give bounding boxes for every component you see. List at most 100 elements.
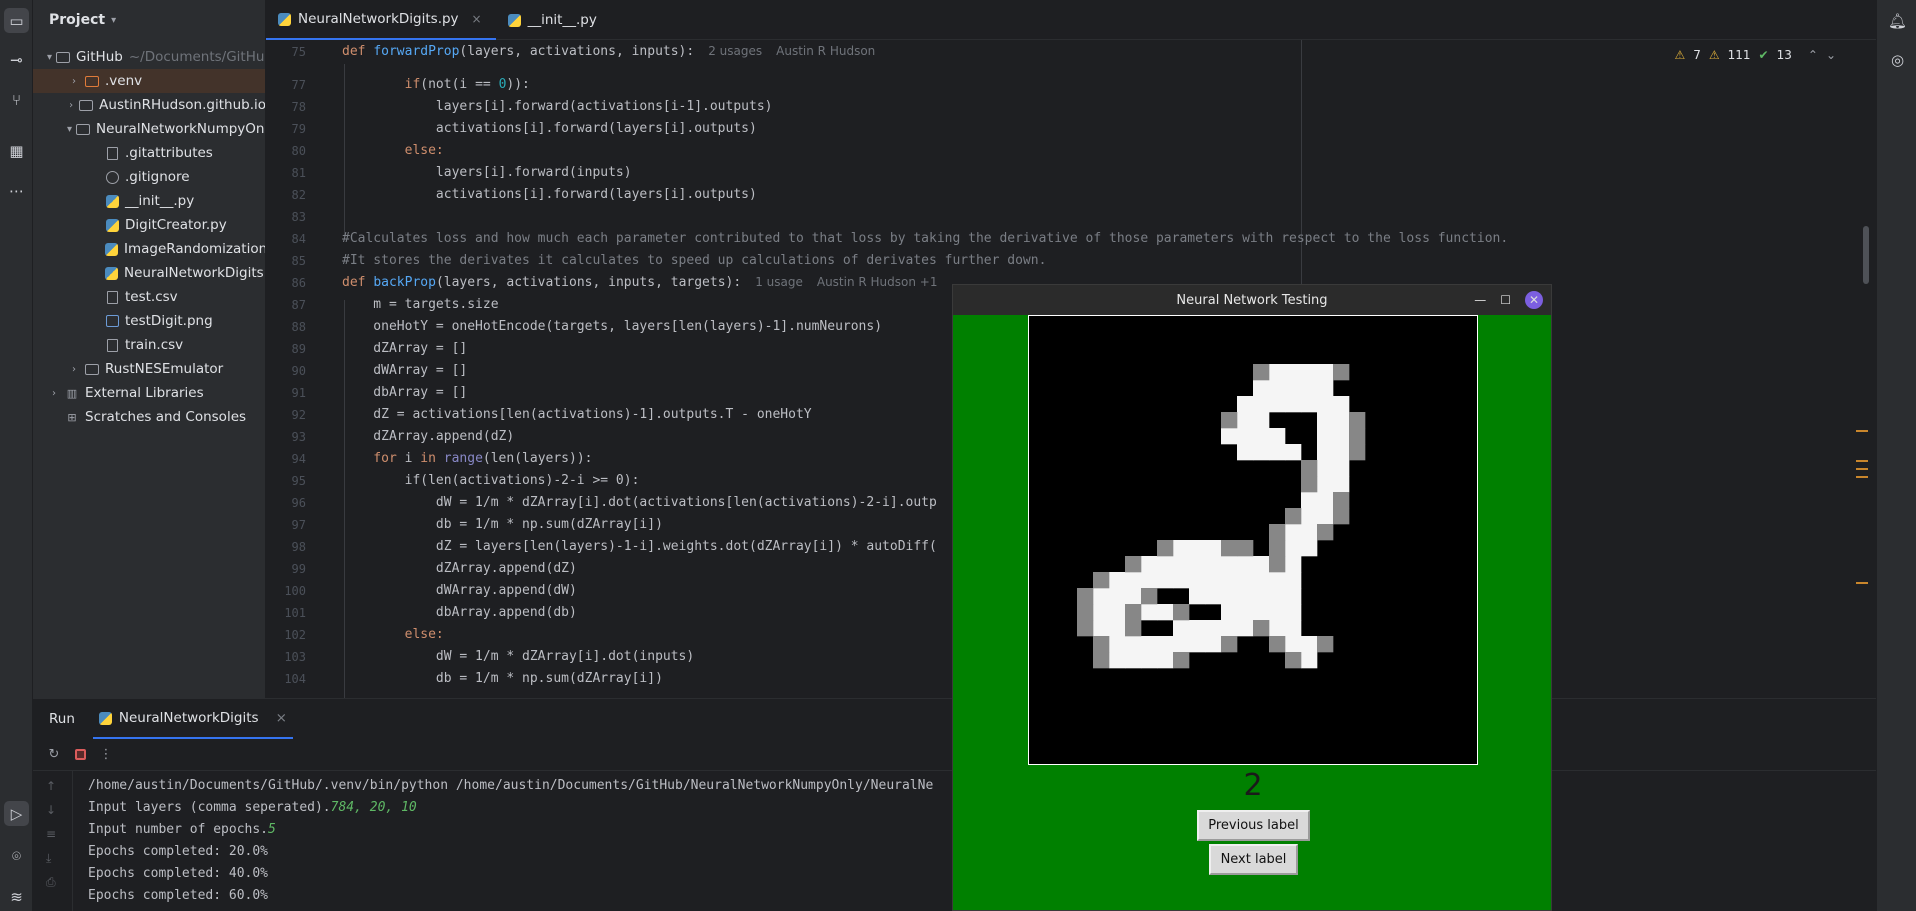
editor-scrollbar[interactable] <box>1863 226 1869 284</box>
tree-item-external-libraries[interactable]: › ▥ External Libraries <box>33 381 265 405</box>
more-options-icon[interactable]: ⋮ <box>99 747 113 762</box>
tree-item-test-csv[interactable]: test.csv <box>33 285 265 309</box>
digit-pixel <box>1173 604 1190 621</box>
previous-label-button[interactable]: Previous label <box>1197 810 1310 841</box>
close-icon[interactable]: ✕ <box>1525 291 1543 309</box>
tree-item-venv[interactable]: › .venv <box>33 69 265 93</box>
run-side-toolbar: ↑ ↓ ≡ ⤓ ⎙ <box>33 771 73 911</box>
digit-pixel <box>1173 556 1190 573</box>
tree-item-github-io[interactable]: › AustinRHudson.github.io <box>33 93 265 117</box>
maximize-icon[interactable]: ☐ <box>1500 293 1511 307</box>
python-console-icon[interactable]: ⌾ <box>4 843 29 868</box>
tree-item-label: test.csv <box>125 289 178 305</box>
stop-icon[interactable] <box>73 748 87 762</box>
tree-item-digitcreator[interactable]: DigitCreator.py <box>33 213 265 237</box>
digit-pixel <box>1269 636 1286 653</box>
tree-item-train-csv[interactable]: train.csv <box>33 333 265 357</box>
digit-pixel <box>1285 524 1302 541</box>
chevron-right-icon[interactable]: › <box>67 364 81 375</box>
error-stripe-marker[interactable] <box>1856 460 1868 462</box>
rerun-icon[interactable]: ↻ <box>47 747 61 762</box>
digit-pixel <box>1317 492 1334 509</box>
chevron-down-icon[interactable]: ▾ <box>111 15 116 26</box>
run-panel-title[interactable]: Run <box>49 711 75 727</box>
window-titlebar[interactable]: Neural Network Testing — ☐ ✕ <box>953 285 1551 315</box>
git-branch-icon[interactable]: ⑂ <box>4 87 29 112</box>
tab-run-config[interactable]: NeuralNetworkDigits × <box>92 699 293 739</box>
digit-pixel <box>1109 572 1126 589</box>
digit-pixel <box>1317 412 1334 429</box>
digit-canvas[interactable] <box>1028 315 1478 765</box>
error-stripe-marker[interactable] <box>1856 468 1868 470</box>
usages-hint[interactable]: 2 usages <box>708 44 762 58</box>
scroll-to-end-icon[interactable]: ⤓ <box>46 851 51 866</box>
digit-pixel <box>1173 620 1190 637</box>
more-icon[interactable]: ⋯ <box>4 178 29 203</box>
tree-item-gitattributes[interactable]: .gitattributes <box>33 141 265 165</box>
digit-pixel <box>1205 588 1222 605</box>
digit-pixel <box>1109 652 1126 669</box>
chevron-right-icon[interactable]: › <box>67 76 81 87</box>
tree-item-path: ~/Documents/GitHub <box>128 49 266 65</box>
run-icon[interactable]: ▷ <box>4 801 29 826</box>
tree-item-testdigit-png[interactable]: testDigit.png <box>33 309 265 333</box>
layers-icon[interactable]: ≋ <box>4 884 29 909</box>
author-hint[interactable]: Austin R Hudson <box>776 44 875 58</box>
chevron-right-icon[interactable]: › <box>47 388 61 399</box>
digit-pixel <box>1173 652 1190 669</box>
tree-item-label: DigitCreator.py <box>125 217 227 233</box>
tree-item-label: __init__.py <box>125 193 195 209</box>
console-output[interactable]: /home/austin/Documents/GitHub/.venv/bin/… <box>88 775 933 907</box>
python-file-icon <box>105 194 119 208</box>
usages-hint[interactable]: 1 usage <box>755 275 803 289</box>
digit-pixel <box>1269 444 1286 461</box>
soft-wrap-icon[interactable]: ≡ <box>46 827 56 841</box>
line-number: 92 <box>291 408 306 422</box>
warning-icon: ⚠ <box>1674 48 1686 62</box>
python-file-icon <box>105 218 119 232</box>
chevron-up-icon[interactable]: ⌃ <box>1808 48 1818 62</box>
chevron-down-icon[interactable]: ⌄ <box>1826 48 1836 62</box>
author-hint[interactable]: Austin R Hudson +1 <box>817 275 938 289</box>
tab-label: NeuralNetworkDigits.py <box>298 11 459 27</box>
error-stripe-marker[interactable] <box>1856 476 1868 478</box>
chevron-right-icon[interactable]: › <box>67 100 75 111</box>
next-label-button[interactable]: Next label <box>1209 844 1298 875</box>
tree-item-nn-numpy[interactable]: ▾ NeuralNetworkNumpyOnly <box>33 117 265 141</box>
tree-item-label: GitHub <box>76 49 123 65</box>
tree-item-imagerandomization[interactable]: ImageRandomization.py <box>33 237 265 261</box>
structure-icon[interactable]: ▦ <box>4 138 29 163</box>
close-icon[interactable]: × <box>472 12 482 26</box>
scroll-up-icon[interactable]: ↑ <box>46 779 56 793</box>
commit-icon[interactable]: ⊸ <box>4 47 29 72</box>
print-icon[interactable]: ⎙ <box>46 875 56 890</box>
digit-pixel <box>1333 428 1350 445</box>
chevron-down-icon[interactable]: ▾ <box>47 52 52 63</box>
scroll-down-icon[interactable]: ↓ <box>46 803 56 817</box>
tree-item-neuralnetworkdigits[interactable]: NeuralNetworkDigits.py <box>33 261 265 285</box>
inspection-widget[interactable]: ⚠ 7 ⚠ 111 ✔ 13 ⌃ ⌄ <box>1674 48 1836 62</box>
tree-item-gitignore[interactable]: .gitignore <box>33 165 265 189</box>
predicted-label: 2 <box>1243 768 1263 803</box>
minimize-icon[interactable]: — <box>1474 293 1486 307</box>
tree-item-init[interactable]: __init__.py <box>33 189 265 213</box>
project-icon[interactable]: ▭ <box>4 8 29 33</box>
chevron-down-icon[interactable]: ▾ <box>67 124 72 135</box>
tab-init[interactable]: __init__.py <box>496 0 611 40</box>
console-line: /home/austin/Documents/GitHub/.venv/bin/… <box>88 778 934 793</box>
tree-item-scratches[interactable]: ⊞ Scratches and Consoles <box>33 405 265 429</box>
digit-pixel <box>1157 636 1174 653</box>
digit-pixel <box>1269 540 1286 557</box>
ai-assistant-icon[interactable]: ◎ <box>1885 47 1910 72</box>
notifications-icon[interactable]: 🔔︎ <box>1885 8 1910 33</box>
tree-item-github[interactable]: ▾ GitHub ~/Documents/GitHub <box>33 45 266 69</box>
digit-pixel <box>1333 460 1350 477</box>
close-icon[interactable]: × <box>276 710 287 726</box>
project-panel-header[interactable]: Project ▾ <box>33 0 265 40</box>
tab-neuralnetworkdigits[interactable]: NeuralNetworkDigits.py × <box>266 0 496 40</box>
digit-pixel <box>1205 540 1222 557</box>
error-stripe-marker[interactable] <box>1856 582 1868 584</box>
digit-pixel <box>1317 524 1334 541</box>
error-stripe-marker[interactable] <box>1856 430 1868 432</box>
tree-item-rustnes[interactable]: › RustNESEmulator <box>33 357 265 381</box>
